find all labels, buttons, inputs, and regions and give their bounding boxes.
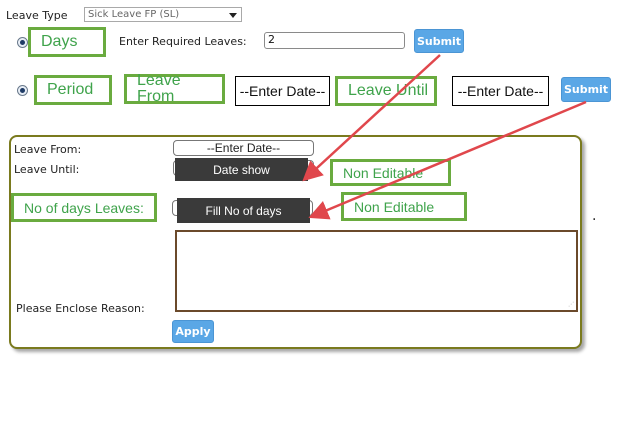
arrow-to-date-show	[302, 54, 441, 182]
annotation-arrows	[302, 54, 587, 220]
arrow-to-no-of-days	[308, 100, 587, 220]
